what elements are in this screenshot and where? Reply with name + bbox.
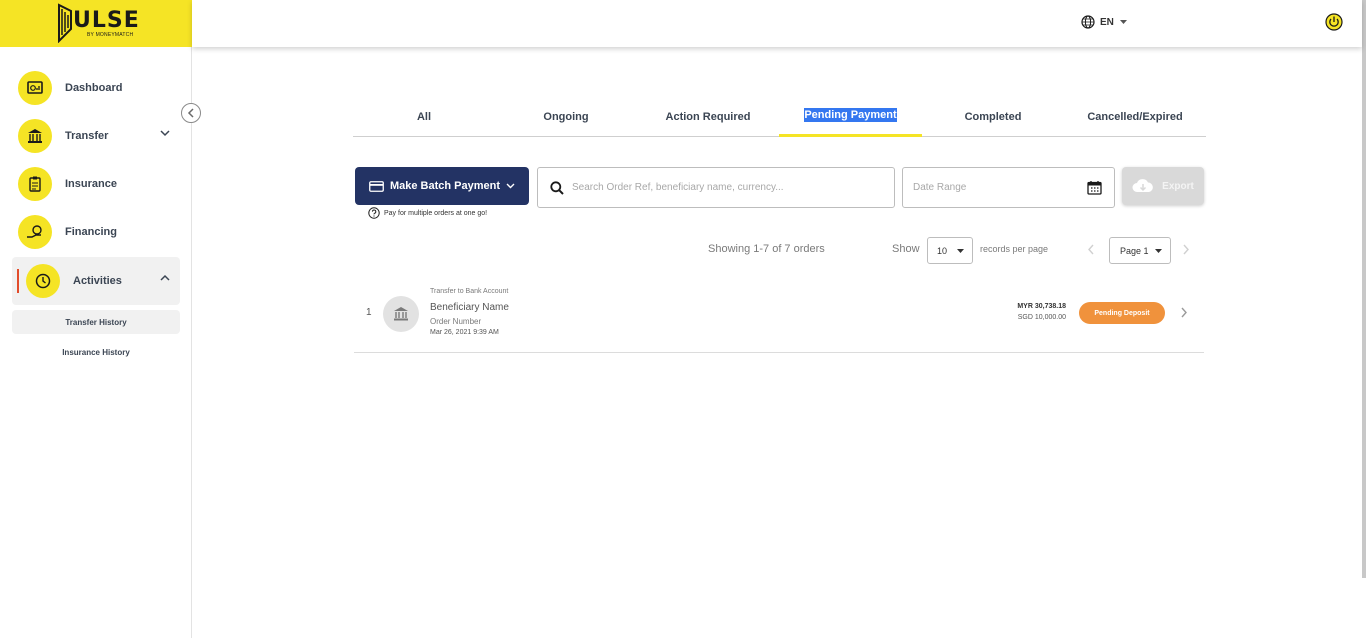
amount-secondary: SGD 10,000.00 — [1017, 314, 1066, 321]
bank-avatar — [383, 296, 419, 332]
calendar-icon[interactable] — [1087, 180, 1102, 195]
caret-down-icon — [957, 249, 964, 253]
sidebar-subitem-transfer-history[interactable]: Transfer History — [12, 310, 180, 334]
language-label: EN — [1100, 16, 1114, 28]
order-type: Transfer to Bank Account — [430, 288, 509, 295]
tab-ongoing[interactable]: Ongoing — [495, 96, 637, 137]
order-index: 1 — [366, 307, 372, 318]
search-icon — [550, 180, 564, 195]
tab-action-required[interactable]: Action Required — [637, 96, 779, 137]
sidebar-collapse-button[interactable] — [181, 103, 201, 123]
export-button[interactable]: Export — [1122, 167, 1204, 205]
sidebar: ULSE BY MONEYMATCH Dashboard Transfer In… — [0, 0, 192, 638]
per-page-value: 10 — [937, 245, 948, 256]
chevron-left-icon[interactable] — [1087, 244, 1095, 255]
bank-icon — [18, 119, 52, 153]
chevron-up-icon — [160, 274, 170, 281]
search-box — [537, 167, 895, 208]
page-value: Page 1 — [1120, 245, 1149, 256]
sidebar-item-label: Insurance — [65, 178, 117, 190]
sidebar-item-label: Dashboard — [65, 82, 123, 94]
export-label: Export — [1162, 180, 1194, 192]
search-input[interactable] — [572, 182, 872, 193]
page-select[interactable]: Page 1 — [1109, 237, 1171, 264]
tab-label: Completed — [964, 110, 1022, 123]
chevron-right-icon[interactable] — [1180, 307, 1188, 318]
sidebar-item-activities[interactable]: Activities — [12, 257, 180, 305]
cloud-download-icon — [1132, 179, 1153, 192]
sidebar-item-label: Financing — [65, 226, 117, 238]
power-icon[interactable] — [1325, 13, 1343, 31]
chevron-left-icon — [187, 108, 194, 118]
activity-clock-icon — [26, 264, 60, 298]
tab-label: Cancelled/Expired — [1087, 110, 1183, 123]
page-scrollbar[interactable] — [1362, 0, 1366, 578]
tab-label: Action Required — [665, 110, 751, 123]
order-status-tabs: All Ongoing Action Required Pending Paym… — [353, 96, 1206, 137]
sidebar-item-label: Activities — [73, 275, 122, 287]
tab-label: All — [416, 110, 432, 123]
order-number: Order Number — [430, 317, 482, 326]
caret-down-icon — [1119, 20, 1127, 24]
clipboard-icon — [18, 167, 52, 201]
sidebar-item-insurance[interactable]: Insurance — [12, 161, 180, 207]
bank-icon — [394, 307, 408, 321]
caret-down-icon — [1155, 249, 1162, 253]
make-batch-payment-button[interactable]: Make Batch Payment — [355, 167, 529, 205]
sidebar-item-label: Transfer — [65, 130, 109, 142]
show-label: Show — [892, 243, 920, 255]
sidebar-subitem-insurance-history[interactable]: Insurance History — [12, 340, 180, 364]
brand-tagline: BY MONEYMATCH — [87, 32, 134, 38]
globe-icon — [1081, 15, 1095, 29]
tab-cancelled-expired[interactable]: Cancelled/Expired — [1064, 96, 1206, 137]
hand-coin-icon — [18, 215, 52, 249]
logo-area: ULSE BY MONEYMATCH — [0, 0, 192, 47]
sidebar-item-transfer[interactable]: Transfer — [12, 113, 180, 159]
sidebar-item-dashboard[interactable]: Dashboard — [12, 65, 180, 111]
help-circle-icon — [368, 207, 380, 219]
tab-label: Ongoing — [543, 110, 589, 123]
beneficiary-name: Beneficiary Name — [430, 302, 509, 313]
tab-completed[interactable]: Completed — [922, 96, 1064, 137]
batch-button-label: Make Batch Payment — [389, 180, 501, 192]
pulse-logo-mark-icon — [58, 3, 72, 43]
active-indicator — [17, 269, 19, 293]
batch-hint: Pay for multiple orders at one go! — [368, 207, 487, 219]
chevron-down-icon — [160, 130, 170, 137]
brand-name: ULSE — [73, 8, 140, 33]
amount-primary: MYR 30,738.18 — [1017, 303, 1066, 310]
pulse-logo[interactable]: ULSE BY MONEYMATCH — [57, 3, 140, 43]
credit-card-icon — [369, 180, 384, 192]
records-per-page-select[interactable]: 10 — [927, 237, 973, 264]
sidebar-item-financing[interactable]: Financing — [12, 209, 180, 255]
tab-label: Pending Payment — [804, 108, 897, 122]
batch-hint-text: Pay for multiple orders at one go! — [384, 209, 488, 217]
records-per-page-label: records per page — [980, 244, 1049, 254]
dashboard-icon — [18, 71, 52, 105]
table-row[interactable]: 1 Transfer to Bank Account Beneficiary N… — [354, 280, 1204, 353]
order-date: Mar 26, 2021 9:39 AM — [430, 329, 499, 336]
tab-all[interactable]: All — [353, 96, 495, 137]
tab-pending-payment[interactable]: Pending Payment — [779, 96, 922, 137]
language-selector[interactable]: EN — [1081, 15, 1127, 29]
chevron-right-icon[interactable] — [1182, 244, 1190, 255]
status-badge: Pending Deposit — [1079, 302, 1165, 324]
date-range-box — [902, 167, 1115, 208]
orders-count: Showing 1-7 of 7 orders — [708, 243, 825, 255]
top-header: EN — [192, 0, 1362, 47]
date-range-input[interactable] — [913, 182, 1078, 193]
chevron-down-icon — [506, 183, 515, 189]
